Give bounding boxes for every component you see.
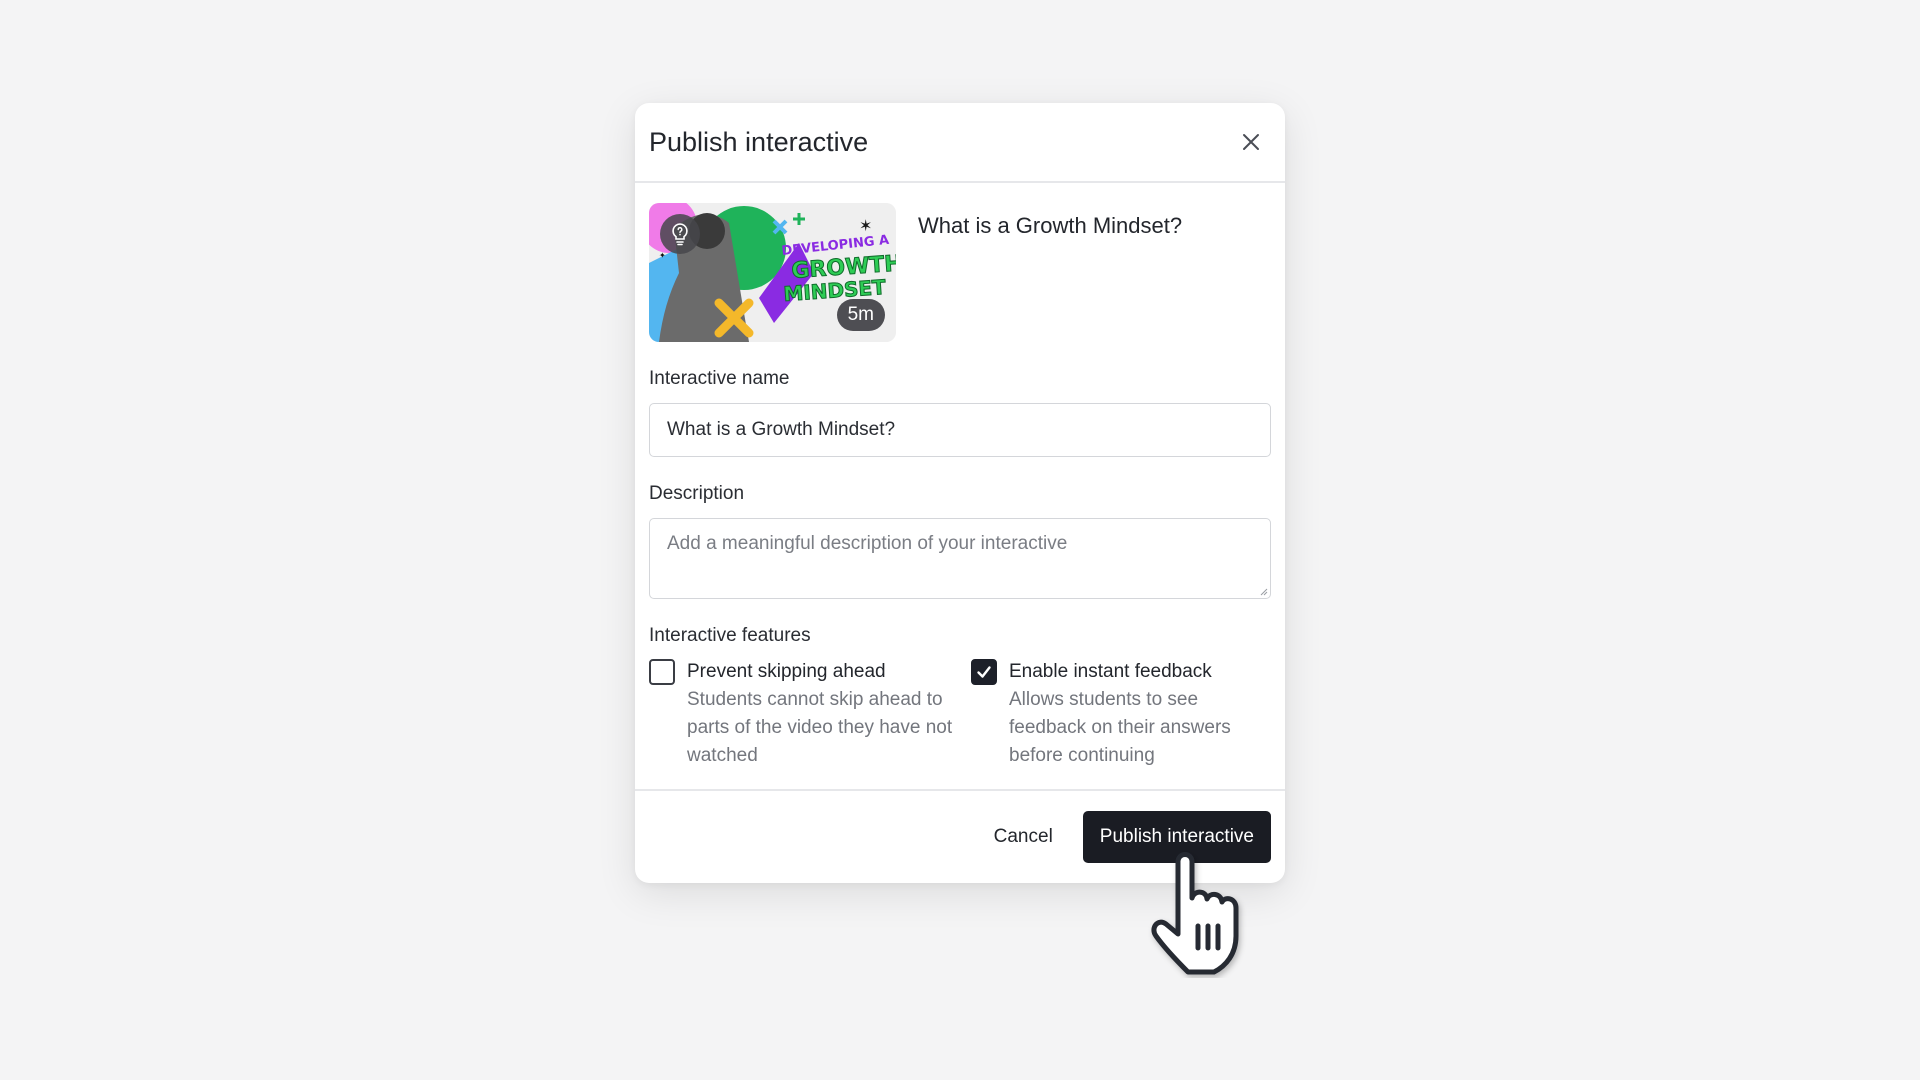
features-label: Interactive features [649,625,811,646]
description-label: Description [649,483,745,504]
cancel-button[interactable]: Cancel [992,826,1055,848]
video-thumbnail: ✶ ✦ DEVELOPING A GROWTH MINDSET 5m [649,203,896,342]
dialog-title: Publish interactive [649,126,869,157]
prevent-skipping-checkbox[interactable] [649,659,675,685]
dialog-header: Publish interactive [635,103,1285,183]
video-summary: ✶ ✦ DEVELOPING A GROWTH MINDSET 5m What … [649,203,1271,342]
features-list: Prevent skipping ahead Students cannot s… [649,659,1271,770]
feature-description: Allows students to see feedback on their… [1009,689,1231,766]
feature-text: Prevent skipping ahead Students cannot s… [687,659,957,770]
feature-prevent-skipping: Prevent skipping ahead Students cannot s… [649,659,971,770]
svg-text:✶: ✶ [859,216,872,235]
description-placeholder: Add a meaningful description of your int… [667,533,1068,554]
duration-badge: 5m [836,299,885,331]
description-input[interactable]: Add a meaningful description of your int… [649,518,1271,599]
checkmark-icon [977,666,991,678]
feature-instant-feedback: Enable instant feedback Allows students … [971,659,1271,770]
lightbulb-question-icon [660,214,700,254]
resize-grip-icon[interactable] [1260,588,1268,596]
feature-title: Prevent skipping ahead [687,661,886,682]
hand-pointer-icon [1151,852,1239,975]
name-input[interactable]: What is a Growth Mindset? [649,403,1271,457]
publish-dialog: Publish interactive ✶ ✦ DEVELOPING A GRO… [635,103,1285,883]
close-icon [1243,134,1259,150]
dialog-body: ✶ ✦ DEVELOPING A GROWTH MINDSET 5m What … [635,183,1285,770]
video-title: What is a Growth Mindset? [918,213,1183,238]
feature-title: Enable instant feedback [1009,661,1212,682]
svg-text:✦: ✦ [659,251,666,260]
feature-description: Students cannot skip ahead to parts of t… [687,689,953,766]
close-button[interactable] [1237,128,1265,156]
feature-text: Enable instant feedback Allows students … [1009,659,1259,770]
instant-feedback-checkbox[interactable] [971,659,997,685]
name-label: Interactive name [649,368,790,389]
